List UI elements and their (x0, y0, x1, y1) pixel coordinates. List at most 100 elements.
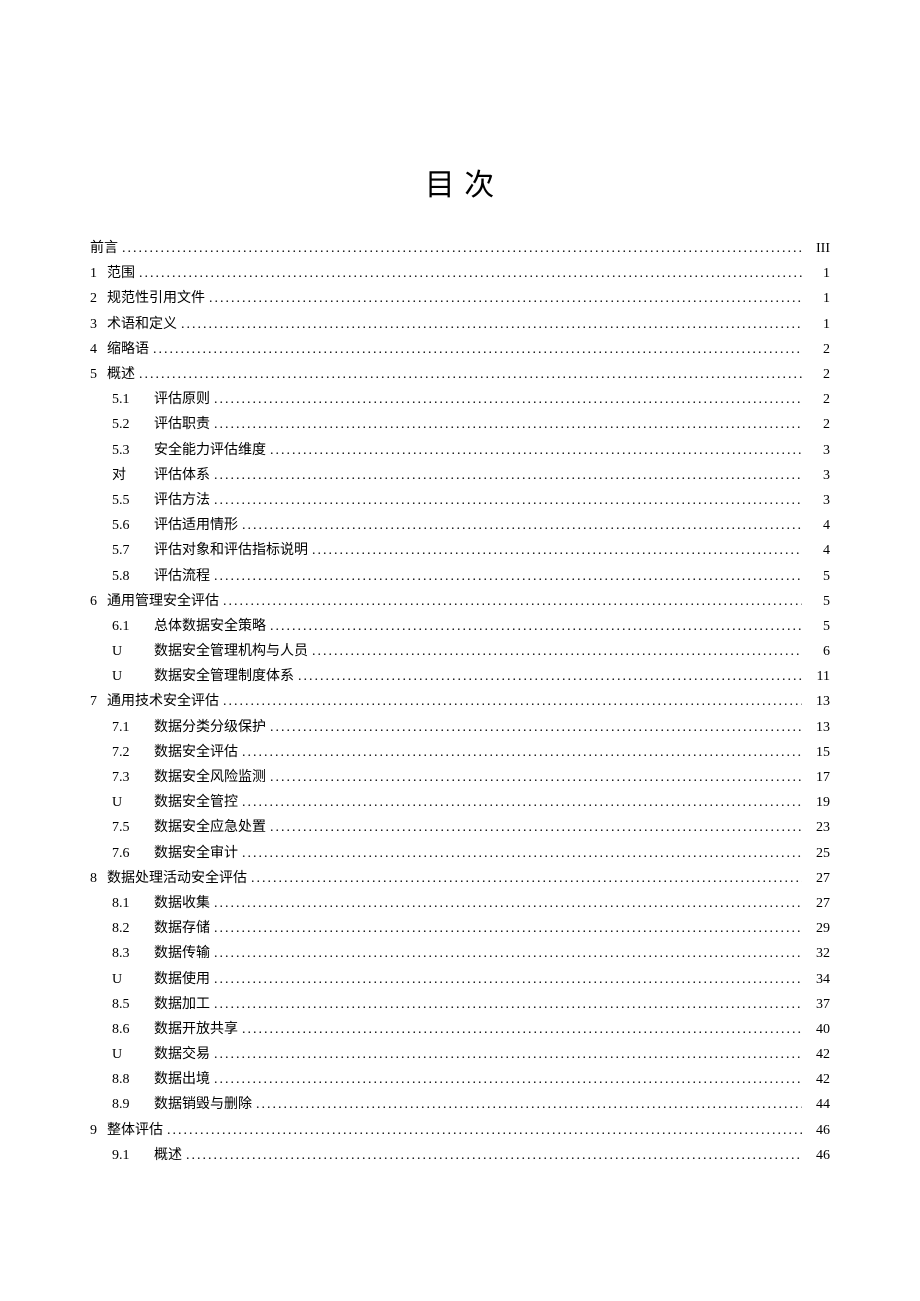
toc-entry-label: 数据安全管理机构与人员 (154, 645, 308, 659)
toc-entry-page: 32 (806, 947, 830, 961)
toc-entry-page: 42 (806, 1073, 830, 1087)
toc-entry-number: 8.8 (112, 1073, 144, 1087)
toc-entry-label: 数据传输 (154, 947, 210, 961)
toc-entry: 5.2评估职责2 (90, 418, 830, 432)
toc-entry-page: 29 (806, 922, 830, 936)
toc-entry-page: 2 (806, 343, 830, 357)
toc-entry-label: 数据安全审计 (154, 847, 238, 861)
toc-leader-dots (270, 821, 802, 835)
toc-leader-dots (270, 444, 802, 458)
toc-entry-page: 1 (806, 318, 830, 332)
toc-entry-number: 4 (90, 343, 97, 357)
toc-entry: 6.1总体数据安全策略5 (90, 620, 830, 634)
toc-entry: 前言III (90, 242, 830, 256)
toc-entry-number: 8.6 (112, 1023, 144, 1037)
toc-entry-number: U (112, 796, 144, 810)
toc-entry-label: 数据开放共享 (154, 1023, 238, 1037)
toc-entry-page: 3 (806, 494, 830, 508)
toc-leader-dots (242, 746, 802, 760)
toc-entry-page: 25 (806, 847, 830, 861)
document-page: 目 次 前言III1范围12规范性引用文件13术语和定义14缩略语25概述25.… (0, 0, 920, 1301)
toc-entry-label: 通用技术安全评估 (107, 695, 219, 709)
toc-leader-dots (214, 418, 802, 432)
toc-entry-label: 通用管理安全评估 (107, 595, 219, 609)
toc-entry-number: 1 (90, 267, 97, 281)
toc-entry-page: 15 (806, 746, 830, 760)
toc-entry-number: 8.1 (112, 897, 144, 911)
toc-entry: 1 范围 1 (90, 267, 830, 281)
toc-entry-label: 数据销毁与删除 (154, 1098, 252, 1112)
toc-entry: 对评估体系3 (90, 469, 830, 483)
toc-entry-label: 数据使用 (154, 973, 210, 987)
toc-entry-label: 数据处理活动安全评估 (107, 872, 247, 886)
toc-entry-label: 数据收集 (154, 897, 210, 911)
toc-entry-page: 2 (806, 393, 830, 407)
toc-entry-label: 范围 (107, 267, 135, 281)
toc-entry: U数据安全管理机构与人员6 (90, 645, 830, 659)
toc-entry-page: 11 (806, 670, 830, 684)
toc-entry-page: 19 (806, 796, 830, 810)
toc-entry-number: 7.2 (112, 746, 144, 760)
toc-leader-dots (312, 544, 802, 558)
toc-leader-dots (256, 1098, 802, 1112)
toc-entry-page: 42 (806, 1048, 830, 1062)
toc-entry: 7.1数据分类分级保护13 (90, 721, 830, 735)
toc-leader-dots (312, 645, 802, 659)
toc-entry: 5 概述 2 (90, 368, 830, 382)
toc-entry-label: 数据加工 (154, 998, 210, 1012)
toc-entry-label: 评估流程 (154, 570, 210, 584)
toc-entry-number: 5.3 (112, 444, 144, 458)
toc-entry-label: 数据分类分级保护 (154, 721, 266, 735)
toc-leader-dots (122, 242, 802, 256)
toc-entry-page: 27 (806, 897, 830, 911)
toc-entry-label: 评估原则 (154, 393, 210, 407)
toc-entry: 8 数据处理活动安全评估 27 (90, 872, 830, 886)
toc-entry: 6通用管理安全评估5 (90, 595, 830, 609)
toc-entry-number: U (112, 670, 144, 684)
toc-entry-page: 2 (806, 368, 830, 382)
toc-entry: 5.6评估适用情形4 (90, 519, 830, 533)
toc-entry-label: 概述 (107, 368, 135, 382)
toc-leader-dots (153, 343, 802, 357)
toc-entry-number: 9 (90, 1124, 97, 1138)
toc-entry-page: 40 (806, 1023, 830, 1037)
toc-entry-page: 1 (806, 267, 830, 281)
toc-entry-label: 安全能力评估维度 (154, 444, 266, 458)
toc-entry-number: 6.1 (112, 620, 144, 634)
toc-leader-dots (270, 620, 802, 634)
toc-leader-dots (214, 922, 802, 936)
toc-entry-page: 2 (806, 418, 830, 432)
toc-entry-label: 前言 (90, 242, 118, 256)
toc-entry-label: 概述 (154, 1149, 182, 1163)
toc-entry: 2规范性引用文件1 (90, 292, 830, 306)
toc-entry: 8.1 数据收集 27 (90, 897, 830, 911)
toc-entry-page: 23 (806, 821, 830, 835)
toc-entry-number: 3 (90, 318, 97, 332)
toc-leader-dots (214, 973, 802, 987)
toc-entry-number: 5.2 (112, 418, 144, 432)
toc-entry-page: 27 (806, 872, 830, 886)
toc-entry-page: 4 (806, 544, 830, 558)
toc-entry-page: 44 (806, 1098, 830, 1112)
toc-entry-label: 总体数据安全策略 (154, 620, 266, 634)
toc-entry-number: 7 (90, 695, 97, 709)
toc-entry: 5.3安全能力评估维度3 (90, 444, 830, 458)
toc-entry-number: 5 (90, 368, 97, 382)
toc-entry-number: U (112, 973, 144, 987)
toc-entry: 8.9 数据销毁与删除 44 (90, 1098, 830, 1112)
toc-leader-dots (209, 292, 802, 306)
toc-entry: 5.8评估流程5 (90, 570, 830, 584)
toc-entry-number: 5.6 (112, 519, 144, 533)
toc-entry-page: 34 (806, 973, 830, 987)
toc-entry-number: 7.5 (112, 821, 144, 835)
toc-entry-page: 37 (806, 998, 830, 1012)
toc-leader-dots (298, 670, 802, 684)
toc-entry: 8.6 数据开放共享 40 (90, 1023, 830, 1037)
toc-entry-number: 5.7 (112, 544, 144, 558)
toc-entry-number: 8 (90, 872, 97, 886)
toc-entry-label: 缩略语 (107, 343, 149, 357)
toc-entry: 8.2数据存储29 (90, 922, 830, 936)
toc-entry-number: 8.9 (112, 1098, 144, 1112)
toc-entry-label: 数据安全管理制度体系 (154, 670, 294, 684)
toc-entry-page: 5 (806, 570, 830, 584)
